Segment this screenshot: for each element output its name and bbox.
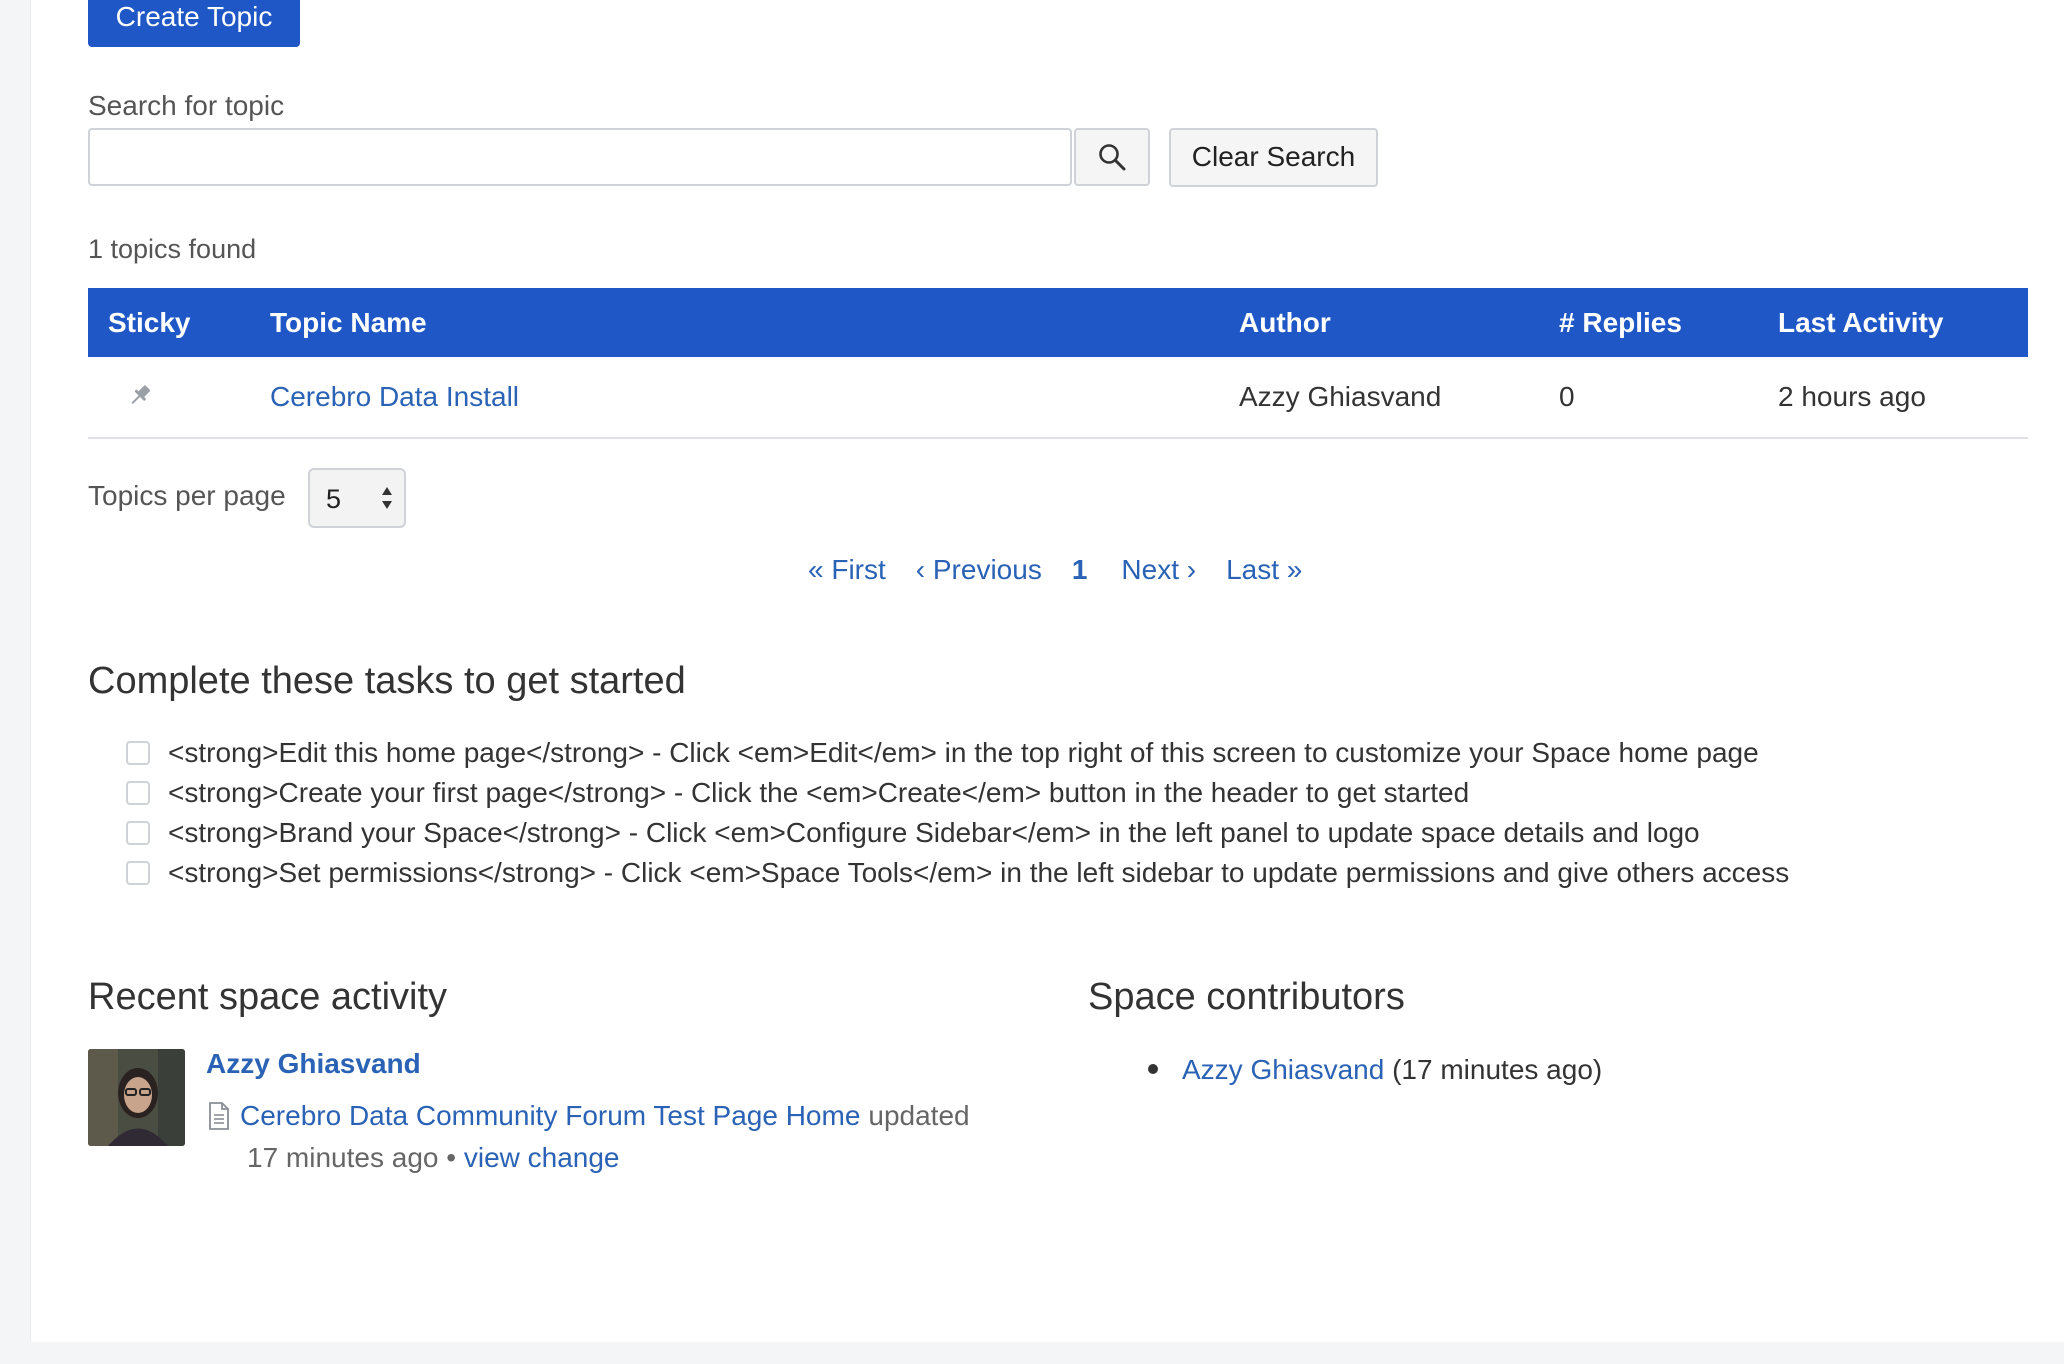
table-header-row: Sticky Topic Name Author # Replies Last …	[88, 288, 2028, 357]
contributor-item: Azzy Ghiasvand (17 minutes ago)	[1182, 1054, 1602, 1086]
task-item: <strong>Edit this home page</strong> - C…	[126, 733, 1789, 773]
activity-page-link[interactable]: Cerebro Data Community Forum Test Page H…	[240, 1100, 860, 1132]
create-topic-button[interactable]: Create Topic	[88, 0, 300, 47]
topics-per-page-label: Topics per page	[88, 480, 286, 511]
task-item: <strong>Create your first page</strong> …	[126, 773, 1789, 813]
header-sticky[interactable]: Sticky	[108, 307, 191, 339]
activity-action: updated	[868, 1100, 970, 1131]
search-input[interactable]	[88, 128, 1072, 186]
topics-per-page-select[interactable]: 5	[308, 468, 406, 528]
task-text: <strong>Edit this home page</strong> - C…	[168, 737, 1759, 768]
task-checkbox[interactable]	[126, 781, 150, 805]
topic-link[interactable]: Cerebro Data Install	[270, 381, 519, 413]
view-change-link[interactable]: view change	[464, 1142, 620, 1173]
task-text: <strong>Set permissions</strong> - Click…	[168, 857, 1790, 888]
select-arrows-icon	[382, 487, 392, 509]
pagination-next[interactable]: Next ›	[1121, 554, 1196, 586]
pagination-first[interactable]: « First	[808, 554, 886, 586]
topics-found-count: 1 topics found	[88, 234, 257, 264]
topic-author: Azzy Ghiasvand	[1239, 381, 1442, 412]
header-replies[interactable]: # Replies	[1559, 307, 1682, 339]
search-button[interactable]	[1074, 128, 1150, 186]
recent-activity-heading: Recent space activity	[88, 976, 448, 1018]
per-page-value: 5	[326, 484, 342, 514]
task-checkbox[interactable]	[126, 741, 150, 765]
task-item: <strong>Brand your Space</strong> - Clic…	[126, 813, 1789, 853]
task-checkbox[interactable]	[126, 861, 150, 885]
header-topic-name[interactable]: Topic Name	[270, 307, 427, 339]
task-text: <strong>Brand your Space</strong> - Clic…	[168, 817, 1700, 848]
task-text: <strong>Create your first page</strong> …	[168, 777, 1470, 808]
task-list: <strong>Edit this home page</strong> - C…	[126, 733, 1789, 893]
topic-last-activity: 2 hours ago	[1778, 381, 1926, 412]
pagination-previous[interactable]: ‹ Previous	[916, 554, 1042, 586]
header-last-activity[interactable]: Last Activity	[1778, 307, 1943, 339]
activity-meta: 17 minutes ago • view change	[247, 1142, 620, 1174]
clear-search-button[interactable]: Clear Search	[1169, 128, 1378, 187]
pagination-current-page[interactable]: 1	[1072, 554, 1088, 586]
bottom-strip	[30, 1342, 2064, 1364]
page-icon	[209, 1102, 229, 1130]
header-author[interactable]: Author	[1239, 307, 1331, 339]
task-checkbox[interactable]	[126, 821, 150, 845]
contributor-bullet	[1148, 1064, 1158, 1074]
avatar[interactable]	[88, 1049, 185, 1146]
task-item: <strong>Set permissions</strong> - Click…	[126, 853, 1789, 893]
activity-line: Cerebro Data Community Forum Test Page H…	[208, 1100, 970, 1132]
contributor-link[interactable]: Azzy Ghiasvand	[1182, 1054, 1384, 1085]
topics-table: Sticky Topic Name Author # Replies Last …	[88, 288, 2028, 439]
contributors-heading: Space contributors	[1088, 976, 1405, 1018]
search-label: Search for topic	[88, 90, 285, 121]
activity-separator: •	[446, 1142, 457, 1173]
pagination: « First ‹ Previous 1 Next › Last »	[808, 554, 1332, 586]
left-gutter	[0, 0, 31, 1364]
tasks-heading: Complete these tasks to get started	[88, 660, 686, 702]
table-row: Cerebro Data Install Azzy Ghiasvand 0 2 …	[88, 357, 2028, 439]
activity-user-link[interactable]: Azzy Ghiasvand	[206, 1048, 421, 1080]
contributor-time: (17 minutes ago)	[1392, 1054, 1603, 1085]
topic-replies: 0	[1559, 381, 1575, 412]
magnifier-icon	[1099, 144, 1126, 171]
activity-time: 17 minutes ago	[247, 1142, 439, 1173]
pin-icon[interactable]	[126, 382, 154, 417]
pagination-last[interactable]: Last »	[1226, 554, 1302, 586]
